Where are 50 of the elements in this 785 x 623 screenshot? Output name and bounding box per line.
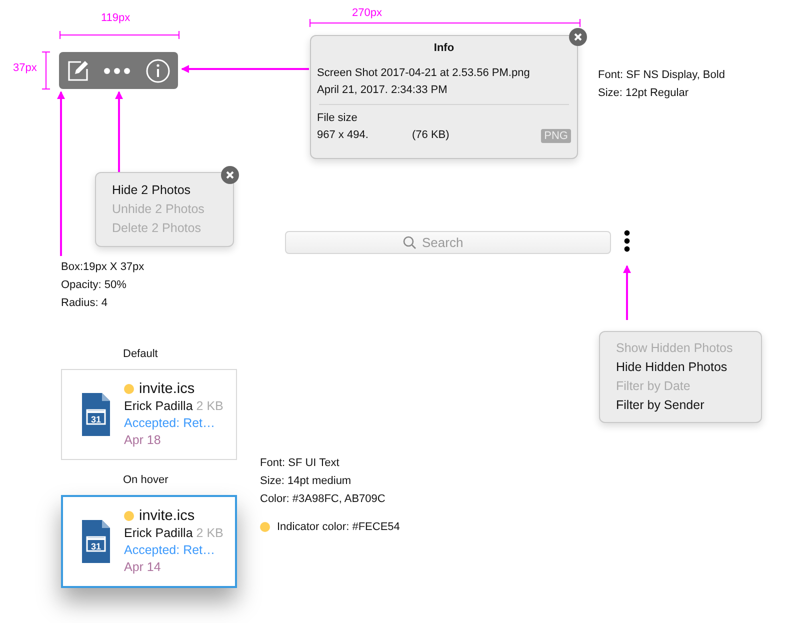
indicator-dot — [124, 384, 134, 394]
menu-item[interactable]: Filter by Sender — [600, 396, 761, 415]
close-icon[interactable] — [569, 28, 587, 46]
subject-text: Accepted: Ret… — [124, 542, 216, 558]
annotation-text: Radius: 4 — [61, 296, 108, 311]
indicator-dot — [260, 522, 270, 532]
annotation-text: Color: #3A98FC, AB709C — [260, 492, 386, 507]
file-name: Screen Shot 2017-04-21 at 2.53.56 PM.png — [317, 66, 531, 81]
file-size-text: (76 KB) — [412, 128, 450, 143]
annotation-text: Indicator color: #FECE54 — [277, 521, 400, 533]
close-icon[interactable] — [221, 166, 239, 184]
more-vertical-icon[interactable] — [623, 229, 631, 253]
more-icon[interactable] — [104, 68, 130, 74]
width-label: 119px — [101, 12, 130, 24]
calendar-file-icon: 31 — [82, 520, 110, 563]
dimension-line — [42, 52, 50, 90]
attachment-card[interactable]: 31 invite.ics Erick Padilla 2 KB Accepted: Ret… Apr 14 — [61, 495, 237, 588]
caption-text: Default — [123, 347, 159, 362]
file-name: invite.ics — [139, 508, 195, 524]
format-badge: PNG — [541, 128, 571, 142]
file-date: April 21, 2017. 2:34:33 PM — [317, 83, 448, 98]
attachment-card[interactable]: 31 invite.ics Erick Padilla 2 KB Accepted: Ret… Apr 18 — [61, 369, 237, 460]
width-label: 270px — [352, 7, 382, 19]
info-icon[interactable] — [146, 58, 170, 82]
sender-name: Erick Padilla — [124, 526, 193, 540]
calendar-file-icon: 31 — [82, 393, 110, 436]
arrow — [623, 265, 631, 320]
date-text: Apr 14 — [124, 558, 162, 576]
popover-title: Info — [432, 41, 456, 56]
sender-name: Erick Padilla — [124, 398, 193, 412]
dimensions-text: 967 x 494. — [317, 128, 370, 143]
subject-text: Accepted: Ret… — [124, 414, 216, 432]
annotation-text: Size: 14pt medium — [260, 474, 352, 489]
menu-item[interactable]: Hide 2 Photos — [96, 181, 233, 200]
search-field[interactable]: Search — [285, 231, 611, 254]
height-label: 37px — [13, 62, 37, 74]
edit-icon[interactable] — [66, 60, 89, 82]
annotation-text: Font: SF UI Text — [260, 456, 340, 471]
file-size-label: File size — [317, 111, 358, 126]
date-text: Apr 18 — [124, 432, 162, 448]
caption-text: On hover — [123, 473, 170, 488]
file-size-text: 2 KB — [196, 398, 224, 412]
file-name: invite.ics — [139, 380, 195, 398]
annotation-text: Size: 12pt Regular — [598, 86, 690, 101]
annotation-text: Box:19px X 37px — [61, 260, 144, 275]
indicator-dot — [124, 511, 134, 521]
menu-item[interactable]: Hide Hidden Photos — [600, 358, 761, 377]
annotation-text: Font: SF NS Display, Bold — [598, 68, 725, 83]
file-size-text: 2 KB — [196, 526, 224, 540]
annotation-text: Opacity: 50% — [61, 278, 128, 293]
